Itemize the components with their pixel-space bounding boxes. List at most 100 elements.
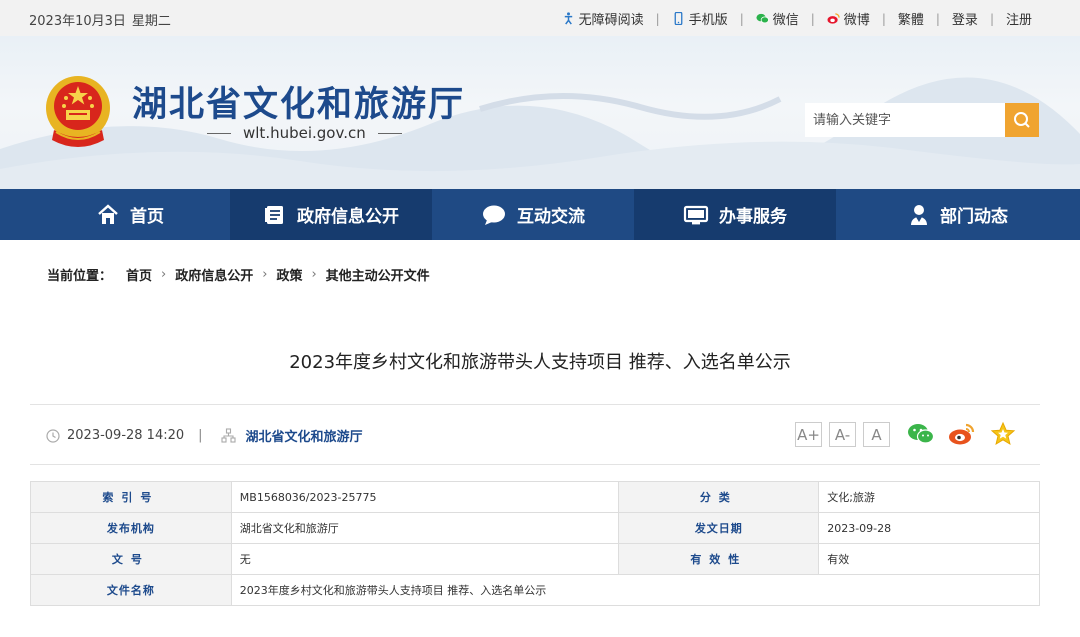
domain-dash-left [207, 132, 231, 134]
search-icon [1014, 112, 1030, 128]
breadcrumb-item-other-files[interactable]: 其他主动公开文件 [326, 265, 430, 284]
issue-date-key: 发文日期 [618, 512, 820, 544]
share-buttons [907, 420, 1017, 448]
top-links: 无障碍阅读 | 手机版 | 微信 | 微博 | 繁體 | 登录 | 注册 [562, 9, 1032, 28]
weibo-share-icon [949, 423, 975, 445]
article-source[interactable]: 湖北省文化和旅游厅 [246, 426, 363, 445]
table-row: 文号 无 有效性 有效 [30, 543, 1040, 575]
wechat-link[interactable]: 微信 [756, 9, 799, 28]
separator: | [198, 428, 203, 443]
font-default-button[interactable]: A [863, 422, 890, 447]
nav-item-services[interactable]: 办事服务 [634, 189, 836, 240]
search-button[interactable] [1005, 103, 1039, 137]
document-icon [265, 205, 283, 224]
nav-item-home[interactable]: 首页 [0, 189, 230, 240]
breadcrumb-item-policy[interactable]: 政策 [276, 265, 302, 284]
weibo-label: 微博 [843, 13, 870, 28]
category-key: 分类 [618, 481, 820, 513]
share-wechat-button[interactable] [907, 420, 935, 448]
issue-date-value: 2023-09-28 [818, 512, 1040, 544]
traditional-chinese-link[interactable]: 繁體 [898, 9, 924, 28]
favorite-star-icon [990, 421, 1016, 446]
breadcrumb-item-home[interactable]: 首页 [126, 265, 152, 284]
font-increase-button[interactable]: A+ [795, 422, 822, 447]
site-title: 湖北省文化和旅游厅 [132, 84, 466, 125]
domain-text: wlt.hubei.gov.cn [243, 124, 366, 142]
index-number-value: MB1568036/2023-25775 [230, 481, 620, 513]
font-size-controls: A+ A- A [795, 422, 890, 447]
publisher-key: 发布机构 [30, 512, 232, 544]
header-banner: 湖北省文化和旅游厅 wlt.hubei.gov.cn [0, 36, 1080, 189]
site-domain: wlt.hubei.gov.cn [195, 124, 414, 142]
chevron-right-icon: › [161, 267, 167, 282]
wechat-icon [756, 13, 769, 24]
mobile-label: 手机版 [688, 13, 728, 28]
nav-item-gov-info[interactable]: 政府信息公开 [230, 189, 432, 240]
national-emblem [46, 76, 110, 147]
domain-dash-right [377, 132, 402, 134]
index-number-key: 索引号 [30, 481, 232, 513]
separator: | [810, 11, 815, 26]
chevron-right-icon: › [311, 267, 317, 282]
table-row: 发布机构 湖北省文化和旅游厅 发文日期 2023-09-28 [30, 512, 1040, 544]
clock-icon [46, 428, 60, 443]
separator: | [739, 11, 744, 26]
validity-value: 有效 [818, 543, 1040, 575]
font-decrease-button[interactable]: A- [829, 422, 856, 447]
date-text: 2023年10月3日 [29, 14, 126, 29]
organization-icon [220, 428, 236, 443]
chevron-right-icon: › [262, 267, 268, 282]
divider [30, 464, 1040, 465]
mobile-link[interactable]: 手机版 [672, 9, 728, 28]
document-info-table: 索引号 MB1568036/2023-25775 分类 文化;旅游 发布机构 湖… [30, 481, 1041, 606]
weibo-link[interactable]: 微博 [827, 9, 870, 28]
nav-item-department-news[interactable]: 部门动态 [836, 189, 1080, 240]
person-icon [911, 204, 927, 225]
top-bar: 2023年10月3日 星期二 无障碍阅读 | 手机版 | 微信 | 微博 | 繁體… [0, 0, 1080, 36]
wechat-label: 微信 [772, 13, 799, 28]
document-number-key: 文号 [30, 543, 232, 575]
accessibility-icon [564, 12, 572, 25]
chat-bubble-icon [483, 205, 505, 225]
file-name-key: 文件名称 [30, 574, 232, 606]
register-link[interactable]: 注册 [1006, 9, 1032, 28]
wechat-share-icon [908, 424, 935, 444]
weibo-icon [827, 13, 840, 24]
home-icon [98, 203, 118, 224]
article-meta: 2023-09-28 14:20 | 湖北省文化和旅游厅 [46, 426, 363, 445]
validity-key: 有效性 [618, 543, 820, 575]
mobile-icon [674, 12, 683, 25]
favorite-button[interactable] [989, 420, 1017, 448]
nav-item-interaction[interactable]: 互动交流 [432, 189, 634, 240]
monitor-icon [683, 205, 709, 224]
weekday-text: 星期二 [131, 14, 171, 29]
divider [30, 404, 1040, 405]
separator: | [655, 11, 660, 26]
login-link[interactable]: 登录 [952, 9, 978, 28]
breadcrumb: 当前位置： 首页 › 政府信息公开 › 政策 › 其他主动公开文件 [47, 265, 430, 284]
nav-item-label: 互动交流 [517, 207, 585, 227]
file-name-value: 2023年度乡村文化和旅游带头人支持项目 推荐、入选名单公示 [230, 574, 1041, 606]
search-input[interactable] [805, 103, 1005, 137]
share-weibo-button[interactable] [948, 420, 976, 448]
accessibility-link[interactable]: 无障碍阅读 [562, 9, 644, 28]
search-box [805, 103, 1039, 137]
table-row: 索引号 MB1568036/2023-25775 分类 文化;旅游 [30, 481, 1040, 513]
nav-item-label: 办事服务 [719, 207, 787, 227]
table-row: 文件名称 2023年度乡村文化和旅游带头人支持项目 推荐、入选名单公示 [30, 574, 1041, 606]
nav-item-label: 部门动态 [940, 207, 1008, 227]
publish-datetime: 2023-09-28 14:20 [67, 428, 185, 443]
category-value: 文化;旅游 [818, 481, 1040, 513]
separator: | [881, 11, 886, 26]
nav-item-label: 首页 [130, 207, 164, 227]
breadcrumb-item-gov-info[interactable]: 政府信息公开 [175, 265, 253, 284]
separator: | [989, 11, 994, 26]
document-number-value: 无 [230, 543, 620, 575]
publisher-value: 湖北省文化和旅游厅 [230, 512, 620, 544]
separator: | [935, 11, 940, 26]
article-title: 2023年度乡村文化和旅游带头人支持项目 推荐、入选名单公示 [289, 352, 791, 373]
main-nav: 首页 政府信息公开 互动交流 办事服务 部门动态 [0, 189, 1080, 240]
nav-item-label: 政府信息公开 [297, 207, 399, 227]
accessibility-label: 无障碍阅读 [578, 13, 644, 28]
current-date: 2023年10月3日 星期二 [29, 10, 171, 29]
